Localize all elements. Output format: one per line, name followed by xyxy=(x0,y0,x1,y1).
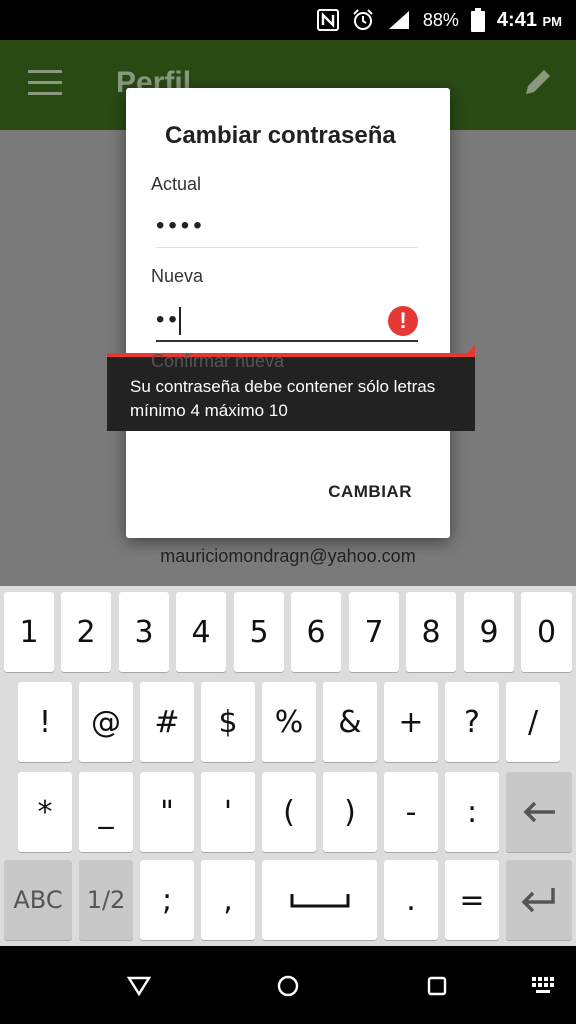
navigation-bar xyxy=(0,946,576,1024)
keyboard-icon xyxy=(532,977,554,993)
key-exclamation[interactable]: ! xyxy=(18,682,72,762)
key-percent[interactable]: % xyxy=(262,682,316,762)
key-5[interactable]: 5 xyxy=(234,592,284,672)
dialog-title: Cambiar contraseña xyxy=(165,122,396,149)
key-close-paren[interactable]: ) xyxy=(323,772,377,852)
enter-icon xyxy=(521,888,555,913)
key-minus[interactable]: - xyxy=(384,772,438,852)
space-icon xyxy=(290,894,349,908)
new-password-field[interactable]: •• ! xyxy=(156,302,418,342)
new-password-value: •• xyxy=(156,306,181,333)
key-0[interactable]: 0 xyxy=(521,592,572,672)
key-plus[interactable]: + xyxy=(384,682,438,762)
key-6[interactable]: 6 xyxy=(291,592,341,672)
error-message-line1: Su contraseña debe contener sólo letras xyxy=(130,377,436,396)
text-cursor xyxy=(178,306,181,335)
new-password-label: Nueva xyxy=(151,266,204,286)
keyboard: 1 2 3 4 5 6 7 8 9 0 ! @ # $ % & + ? / * … xyxy=(0,586,576,946)
current-password-value: •••• xyxy=(156,212,206,239)
home-circle-icon xyxy=(277,975,299,997)
enter-key[interactable] xyxy=(506,860,572,940)
key-double-quote[interactable]: " xyxy=(140,772,194,852)
alarm-icon xyxy=(351,8,375,32)
signal-icon xyxy=(387,9,411,31)
key-colon[interactable]: : xyxy=(445,772,499,852)
key-ampersand[interactable]: & xyxy=(323,682,377,762)
profile-email: mauriciomondragn@yahoo.com xyxy=(160,546,416,566)
key-single-quote[interactable]: ' xyxy=(201,772,255,852)
key-3[interactable]: 3 xyxy=(119,592,169,672)
current-password-label: Actual xyxy=(151,174,202,194)
key-hash[interactable]: # xyxy=(140,682,194,762)
key-dollar[interactable]: $ xyxy=(201,682,255,762)
backspace-key[interactable] xyxy=(506,772,572,852)
key-comma[interactable]: , xyxy=(201,860,255,940)
symbols-page-key[interactable]: 1/2 xyxy=(79,860,133,940)
recents-square-icon xyxy=(427,976,447,996)
keyboard-switch-button[interactable] xyxy=(530,972,558,1000)
error-popup: Confirmar nueva Su contraseña debe conte… xyxy=(107,345,475,431)
nfc-icon xyxy=(316,9,339,31)
key-semicolon[interactable]: ; xyxy=(140,860,194,940)
abc-key[interactable]: ABC xyxy=(4,860,72,940)
status-bar: 88% 4:41 PM xyxy=(0,0,576,40)
key-period[interactable]: . xyxy=(384,860,438,940)
clock: 4:41 PM xyxy=(496,8,562,31)
key-8[interactable]: 8 xyxy=(406,592,456,672)
space-key[interactable] xyxy=(262,860,377,940)
key-9[interactable]: 9 xyxy=(464,592,514,672)
backspace-icon xyxy=(523,801,555,823)
key-asterisk[interactable]: * xyxy=(18,772,72,852)
back-nav-button[interactable] xyxy=(125,972,153,1000)
key-7[interactable]: 7 xyxy=(349,592,399,672)
key-1[interactable]: 1 xyxy=(4,592,54,672)
menu-icon[interactable] xyxy=(28,70,62,100)
key-underscore[interactable]: _ xyxy=(79,772,133,852)
key-open-paren[interactable]: ( xyxy=(262,772,316,852)
key-at[interactable]: @ xyxy=(79,682,133,762)
change-button[interactable]: CAMBIAR xyxy=(328,482,412,502)
edit-icon[interactable] xyxy=(522,66,554,103)
key-equals[interactable]: = xyxy=(445,860,499,940)
back-triangle-icon xyxy=(127,976,151,997)
home-nav-button[interactable] xyxy=(274,972,302,1000)
key-4[interactable]: 4 xyxy=(176,592,226,672)
recents-nav-button[interactable] xyxy=(423,972,451,1000)
current-password-field[interactable]: •••• xyxy=(156,208,418,248)
error-message-line2: mínimo 4 máximo 10 xyxy=(130,401,288,420)
key-question[interactable]: ? xyxy=(445,682,499,762)
battery-icon xyxy=(470,8,485,32)
battery-percent: 88% xyxy=(422,9,459,30)
error-icon[interactable]: ! xyxy=(388,306,418,336)
key-2[interactable]: 2 xyxy=(61,592,111,672)
key-slash[interactable]: / xyxy=(506,682,560,762)
change-password-dialog: Cambiar contraseña Actual •••• Nueva •• … xyxy=(126,88,450,538)
confirm-password-label: Confirmar nueva xyxy=(151,351,285,371)
